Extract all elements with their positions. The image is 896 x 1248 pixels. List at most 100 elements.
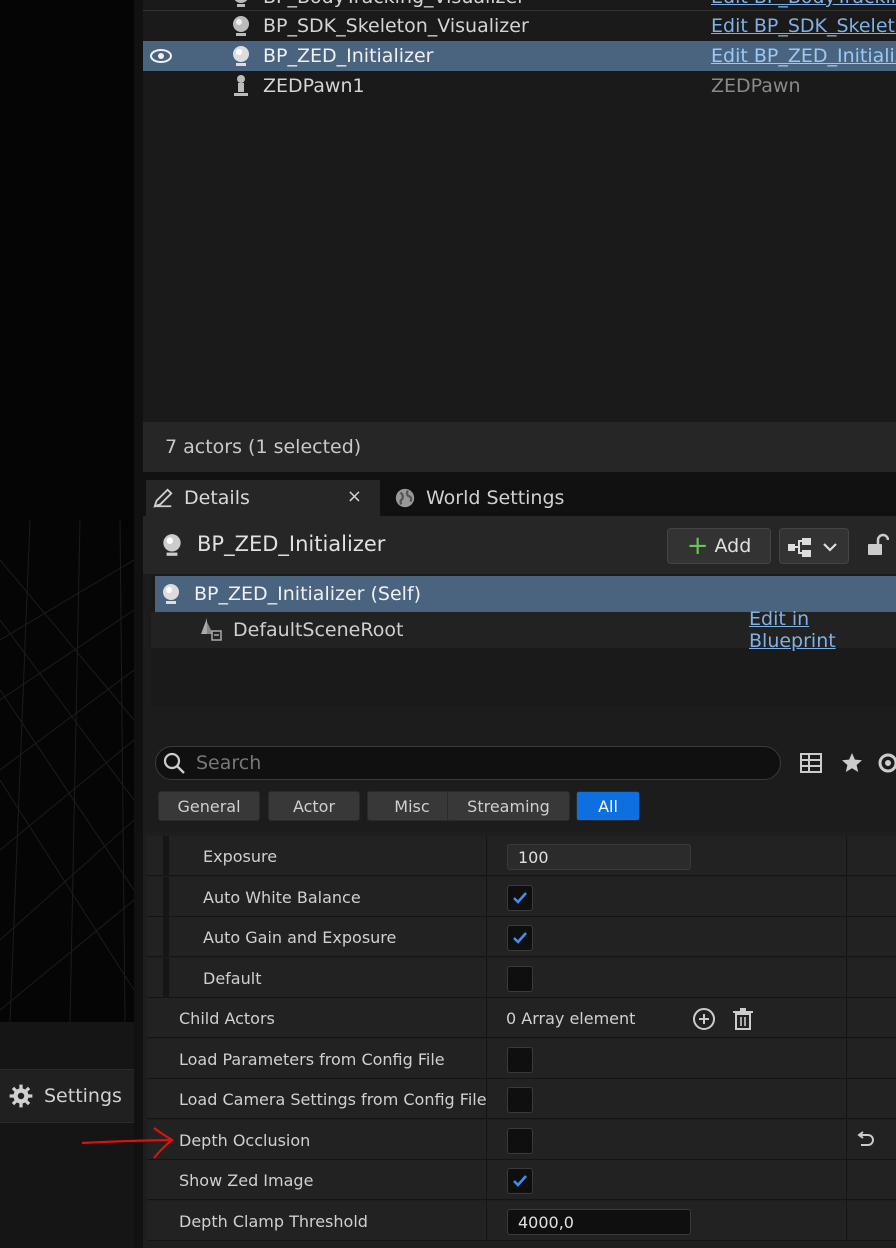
gear-icon[interactable] <box>876 751 896 775</box>
indent-bar <box>163 836 169 876</box>
panel-tab-bar: Details × World Settings <box>143 480 896 516</box>
auto-gain-checkbox[interactable] <box>507 925 533 951</box>
load-camera-settings-checkbox[interactable] <box>507 1087 533 1113</box>
property-row-auto-gain: Auto Gain and Exposure <box>147 917 896 957</box>
outliner-item-label: BP_BodyTracking_Visualizer <box>263 0 525 8</box>
property-row-child-actors: Child Actors 0 Array element <box>147 998 896 1038</box>
property-label: Default <box>203 969 262 988</box>
pawn-icon <box>234 75 248 96</box>
annotation-arrow-icon <box>81 1127 174 1159</box>
property-row-load-parameters: Load Parameters from Config File <box>147 1039 896 1079</box>
tab-world-settings-label: World Settings <box>426 487 565 509</box>
actor-icon <box>233 16 249 36</box>
outliner-row-zedpawn[interactable]: ZEDPawn1 ZEDPawn <box>143 71 896 101</box>
property-row-exposure: Exposure 100 <box>147 836 896 876</box>
exposure-input[interactable]: 100 <box>507 844 691 870</box>
depth-clamp-input[interactable]: 4000,0 <box>507 1209 691 1235</box>
add-component-button[interactable]: + Add <box>667 528 771 564</box>
property-label: Depth Clamp Threshold <box>179 1212 368 1231</box>
settings-button[interactable]: Settings <box>0 1069 134 1123</box>
depth-occlusion-checkbox[interactable] <box>507 1128 533 1154</box>
actor-icon <box>234 0 248 7</box>
star-icon[interactable] <box>840 751 864 775</box>
filter-general[interactable]: General <box>158 791 260 821</box>
trash-icon[interactable] <box>730 1006 756 1032</box>
property-grid: Exposure 100 Auto White Balance Auto Gai… <box>143 832 896 1248</box>
property-label: Child Actors <box>179 1009 275 1028</box>
blueprint-options-button[interactable] <box>779 528 849 564</box>
outliner-item-label: BP_ZED_Initializer <box>263 45 434 67</box>
property-row-depth-occlusion: Depth Occlusion <box>147 1120 896 1160</box>
scene-root-icon <box>201 618 222 641</box>
property-row-show-zed-image: Show Zed Image <box>147 1160 896 1200</box>
close-tab-icon[interactable]: × <box>347 486 362 507</box>
actor-count-label: 7 actors (1 selected) <box>165 436 362 458</box>
search-input[interactable] <box>196 749 766 777</box>
details-panel: BP_ZED_Initializer + Add BP_ZED_Initiali… <box>143 516 896 1248</box>
indent-bar <box>163 958 169 998</box>
property-row-load-camera-settings: Load Camera Settings from Config File <box>147 1079 896 1119</box>
gear-icon <box>9 1084 33 1108</box>
tab-world-settings[interactable]: World Settings <box>391 480 611 516</box>
edit-blueprint-link[interactable]: Edit BP_ZED_Initializ <box>711 45 896 67</box>
unlock-icon[interactable] <box>865 533 889 557</box>
filter-misc[interactable]: Misc <box>367 791 457 821</box>
component-self-row[interactable]: BP_ZED_Initializer (Self) <box>151 576 896 612</box>
level-viewport[interactable] <box>0 0 134 1022</box>
property-label: Exposure <box>203 847 278 866</box>
outliner-divider <box>143 10 896 11</box>
component-root-row[interactable]: DefaultSceneRoot Edit in Blueprint <box>151 608 896 652</box>
property-label: Depth Occlusion <box>179 1131 311 1150</box>
add-label: Add <box>714 535 752 557</box>
property-row-auto-white-balance: Auto White Balance <box>147 877 896 917</box>
property-label: Auto White Balance <box>203 888 361 907</box>
settings-label: Settings <box>44 1085 122 1107</box>
details-pencil-icon <box>153 488 173 508</box>
component-self-label: BP_ZED_Initializer (Self) <box>194 583 422 605</box>
actor-type-label: ZEDPawn <box>711 75 801 97</box>
actor-icon <box>163 534 181 556</box>
globe-icon <box>395 488 415 508</box>
property-label: Load Camera Settings from Config File <box>179 1090 487 1109</box>
filter-all[interactable]: All <box>576 791 640 821</box>
auto-white-balance-checkbox[interactable] <box>507 885 533 911</box>
show-zed-image-checkbox[interactable] <box>507 1168 533 1194</box>
edit-in-blueprint-link[interactable]: Edit in Blueprint <box>749 608 896 652</box>
panel-splitter[interactable] <box>134 0 143 1248</box>
selected-actor-name: BP_ZED_Initializer <box>197 532 386 556</box>
default-checkbox[interactable] <box>507 966 533 992</box>
checkmark-icon <box>513 1175 527 1187</box>
load-parameters-checkbox[interactable] <box>507 1047 533 1073</box>
filter-actor[interactable]: Actor <box>268 791 360 821</box>
checkmark-icon <box>513 932 527 944</box>
property-label: Load Parameters from Config File <box>179 1050 445 1069</box>
viewport-grid <box>0 519 134 1022</box>
add-element-icon[interactable] <box>691 1006 717 1032</box>
outliner-status-bar: 7 actors (1 selected) <box>143 422 896 472</box>
checkmark-icon <box>513 892 527 904</box>
details-header: BP_ZED_Initializer + Add <box>143 516 896 574</box>
outliner-row-sdk-skeleton[interactable]: BP_SDK_Skeleton_Visualizer Edit BP_SDK_S… <box>143 11 896 41</box>
table-view-icon[interactable] <box>799 751 823 775</box>
outliner-row-zed-initializer[interactable]: BP_ZED_Initializer Edit BP_ZED_Initializ <box>143 41 896 71</box>
outliner-panel: BP_BodyTracking_Visualizer Edit BP_BodyT… <box>143 0 896 422</box>
property-row-default: Default <box>147 958 896 998</box>
visibility-eye-icon[interactable] <box>149 46 173 66</box>
tab-details-label: Details <box>184 487 250 509</box>
details-search-area: General Actor Misc Streaming All <box>143 706 896 832</box>
component-root-label: DefaultSceneRoot <box>233 619 404 641</box>
indent-bar <box>163 917 169 957</box>
component-tree: BP_ZED_Initializer (Self) DefaultSceneRo… <box>151 574 896 706</box>
outliner-item-label: BP_SDK_Skeleton_Visualizer <box>263 15 529 37</box>
array-count-label: 0 Array element <box>506 1009 636 1028</box>
search-box[interactable] <box>155 746 781 780</box>
tab-details[interactable]: Details × <box>146 480 380 516</box>
filter-streaming[interactable]: Streaming <box>447 791 570 821</box>
panel-gap <box>143 472 896 480</box>
reset-to-default-icon[interactable] <box>855 1130 875 1150</box>
edit-blueprint-link[interactable]: Edit BP_BodyTrackin <box>711 0 896 8</box>
property-label: Show Zed Image <box>179 1171 314 1190</box>
indent-bar <box>163 877 169 917</box>
edit-blueprint-link[interactable]: Edit BP_SDK_Skeleto <box>711 15 896 37</box>
plus-icon: + <box>686 531 709 561</box>
